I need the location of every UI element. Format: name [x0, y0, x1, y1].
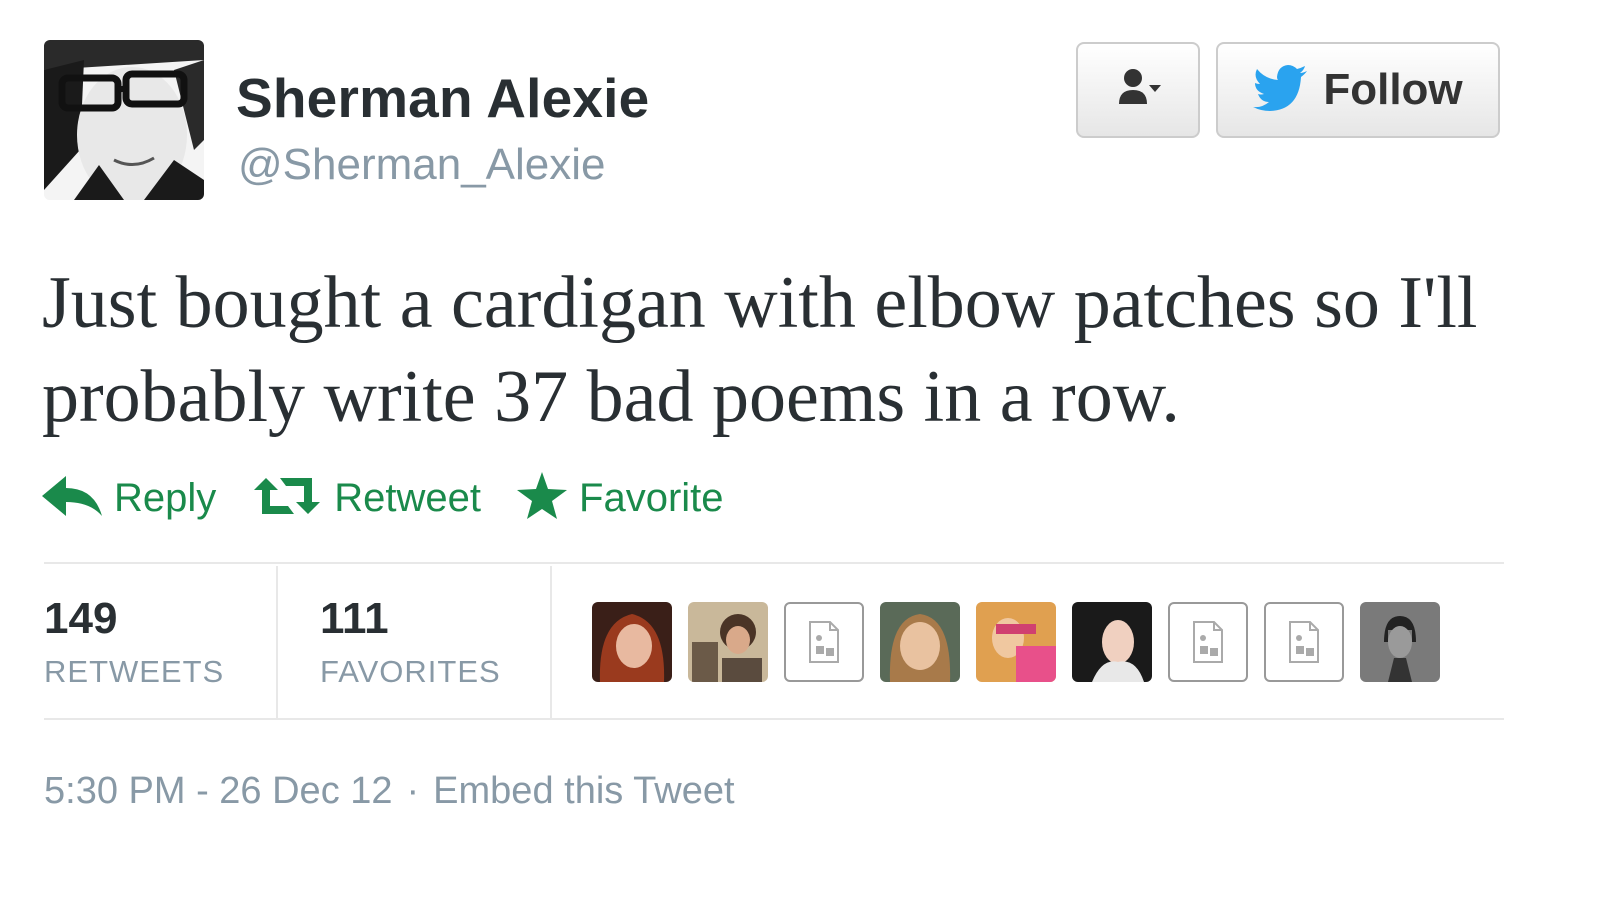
tweet-timestamp[interactable]: 5:30 PM - 26 Dec 12 — [44, 770, 393, 813]
favoriters-list — [592, 602, 1440, 684]
retweets-count: 149 — [44, 594, 118, 643]
favoriter-placeholder-avatar[interactable] — [1264, 602, 1344, 682]
favoriter-avatar[interactable] — [976, 602, 1056, 682]
tweet-text: Just bought a cardigan with elbow patche… — [42, 262, 1478, 438]
reply-arrow-icon — [42, 474, 102, 523]
tweet-stats: 149 RETWEETS 111 FAVORITES — [44, 566, 1504, 720]
retweet-button[interactable]: Retweet — [252, 474, 481, 523]
author-avatar[interactable] — [44, 40, 204, 200]
favoriter-placeholder-avatar[interactable] — [784, 602, 864, 682]
user-actions-dropdown-button[interactable] — [1076, 42, 1200, 138]
favorite-label: Favorite — [579, 475, 724, 520]
person-dropdown-icon — [1115, 68, 1161, 113]
tweet-meta: 5:30 PM - 26 Dec 12 · Embed this Tweet — [44, 770, 735, 813]
favorites-label: FAVORITES — [320, 654, 501, 689]
favoriter-avatar[interactable] — [880, 602, 960, 682]
embed-tweet-link[interactable]: Embed this Tweet — [433, 770, 734, 813]
retweet-icon — [252, 474, 322, 523]
stat-separator — [550, 566, 552, 720]
favoriter-placeholder-avatar[interactable] — [1168, 602, 1248, 682]
favorites-count: 111 — [320, 594, 389, 643]
stats-bottom-divider — [44, 718, 1504, 720]
favoriter-avatar[interactable] — [592, 602, 672, 682]
author-handle[interactable]: @Sherman_Alexie — [238, 140, 606, 190]
twitter-bird-icon — [1253, 64, 1309, 116]
retweet-label: Retweet — [334, 475, 482, 520]
favorites-stat[interactable]: 111 FAVORITES — [320, 566, 550, 720]
tweet-actions: Reply Retweet Favorite — [42, 468, 760, 528]
favoriter-avatar[interactable] — [688, 602, 768, 682]
follow-button[interactable]: Follow — [1216, 42, 1500, 138]
retweets-stat[interactable]: 149 RETWEETS — [44, 566, 276, 720]
meta-separator: · — [406, 770, 420, 812]
retweets-label: RETWEETS — [44, 654, 225, 689]
favorite-button[interactable]: Favorite — [517, 471, 724, 525]
favoriter-avatar[interactable] — [1360, 602, 1440, 682]
reply-button[interactable]: Reply — [42, 474, 216, 523]
favoriter-avatar[interactable] — [1072, 602, 1152, 682]
follow-label: Follow — [1323, 65, 1463, 114]
stat-separator — [276, 566, 278, 720]
star-icon — [517, 471, 568, 525]
tweet-header: Sherman Alexie @Sherman_Alexie Follow — [44, 40, 1504, 202]
author-name[interactable]: Sherman Alexie — [236, 66, 649, 130]
stats-top-divider — [44, 562, 1504, 564]
reply-label: Reply — [114, 475, 217, 520]
